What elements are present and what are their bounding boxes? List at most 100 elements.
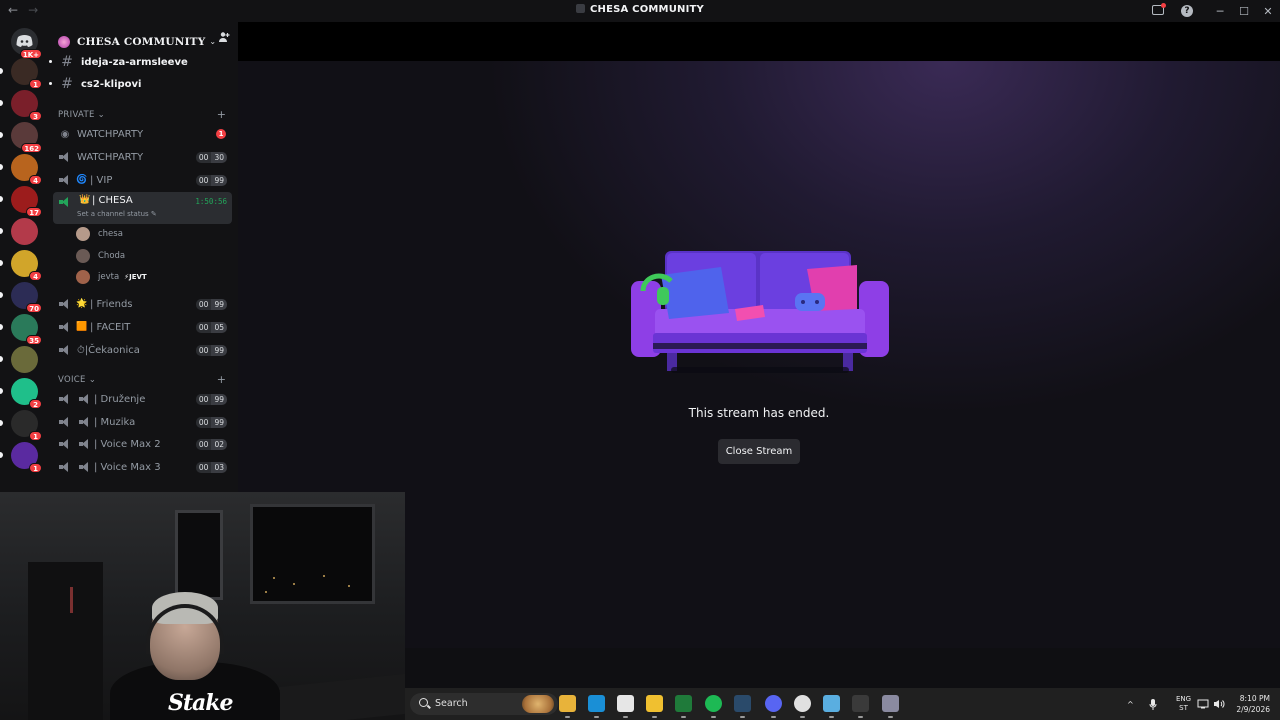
server-badge: 2 <box>29 399 42 409</box>
user-count-pill: 00 99 <box>195 416 227 428</box>
create-channel-plus-icon[interactable]: + <box>217 373 226 386</box>
unread-pill <box>0 356 3 362</box>
maximize-button[interactable]: ☐ <box>1232 5 1256 18</box>
server-header[interactable]: CHESA COMMUNITY ⌄ <box>48 22 238 53</box>
close-stream-button[interactable]: Close Stream <box>718 439 800 464</box>
language-indicator[interactable]: ENG ST <box>1176 695 1191 713</box>
webcam-overlay: Stake <box>0 492 405 720</box>
channel-watchparty-stage[interactable]: ◉ WATCHPARTY 1 <box>53 124 232 144</box>
server-badge: 1 <box>29 463 42 473</box>
winamp-icon[interactable] <box>646 695 663 718</box>
channel-cekaonica[interactable]: ⏱|Čekaonica 00 99 <box>53 340 232 360</box>
server-icon-9[interactable]: 35 <box>0 314 42 345</box>
category-voice[interactable]: VOICE ⌄ <box>58 375 96 385</box>
channel-label: cs2-klipovi <box>81 78 142 90</box>
channel-status[interactable]: Set a channel status ✎ <box>77 210 157 218</box>
member-name: chesa <box>98 229 123 239</box>
inbox-icon[interactable] <box>1152 3 1166 17</box>
store-icon[interactable] <box>617 695 634 718</box>
shelf <box>28 562 103 720</box>
unread-pill <box>0 100 3 106</box>
running-indicator <box>771 716 776 718</box>
unread-indicator <box>49 60 52 63</box>
channel-vip[interactable]: 🌀 | VIP 00 99 <box>53 170 232 190</box>
channel-sidebar: CHESA COMMUNITY ⌄ # ideja-za-armsleeve #… <box>48 22 238 492</box>
category-label: PRIVATE <box>58 110 95 120</box>
channel-label: | Voice Max 3 <box>94 461 161 473</box>
channel-label: ⏱|Čekaonica <box>77 344 140 356</box>
invite-people-icon[interactable] <box>218 31 230 46</box>
channel-cs2-klipovi[interactable]: # cs2-klipovi <box>49 74 232 94</box>
voice-member-choda[interactable]: Choda <box>76 247 125 265</box>
running-indicator <box>681 716 686 718</box>
server-icon-8[interactable]: 70 <box>0 282 42 313</box>
channel-label: | Muzika <box>94 416 136 428</box>
settings-icon[interactable] <box>882 695 899 718</box>
create-channel-plus-icon[interactable]: + <box>217 108 226 121</box>
notepad-icon[interactable] <box>823 695 840 718</box>
channel-friends[interactable]: 🌟 | Friends 00 99 <box>53 294 232 314</box>
search-highlight-image <box>522 695 554 713</box>
server-icon-2[interactable]: 3 <box>0 90 42 121</box>
active-voice-channel-chesa[interactable]: 👑 | CHESA 1:50:56 Set a channel status ✎ <box>53 192 232 224</box>
server-icon-11[interactable]: 2 <box>0 378 42 409</box>
unread-pill <box>0 196 3 202</box>
hash-icon: # <box>61 54 73 70</box>
steam-icon[interactable] <box>734 695 751 718</box>
server-icon-3[interactable]: 162 <box>0 122 42 153</box>
speaker-emoji-icon <box>79 417 91 427</box>
channel-muzika[interactable]: | Muzika 00 99 <box>53 412 232 432</box>
channel-ideja-za-armsleeve[interactable]: # ideja-za-armsleeve <box>49 52 232 72</box>
server-icon-1[interactable]: 1 <box>0 58 42 89</box>
excel-icon[interactable] <box>675 695 692 718</box>
help-icon[interactable]: ? <box>1181 5 1193 17</box>
chrome-icon[interactable] <box>794 695 811 718</box>
category-label: VOICE <box>58 375 86 385</box>
edge-icon[interactable] <box>588 695 605 718</box>
avatar <box>76 227 90 241</box>
server-icon-5[interactable]: 17 <box>0 186 42 217</box>
speaker-icon <box>59 322 71 332</box>
chevron-down-icon: ⌄ <box>88 375 97 385</box>
speaker-icon <box>59 462 71 472</box>
channel-voice-max-3[interactable]: | Voice Max 3 00 03 <box>53 457 232 477</box>
server-icon-13[interactable]: 1 <box>0 442 42 473</box>
member-tag: ⚡JEVT <box>124 273 147 281</box>
server-badge: 1 <box>29 431 42 441</box>
language-code: ENG <box>1176 695 1192 703</box>
discord-icon[interactable] <box>765 695 782 718</box>
category-private[interactable]: PRIVATE ⌄ <box>58 110 105 120</box>
taskbar-search[interactable]: Search <box>410 693 558 715</box>
channel-voice-max-2[interactable]: | Voice Max 2 00 02 <box>53 434 232 454</box>
server-icon-10[interactable] <box>0 346 38 373</box>
server-icon-7[interactable]: 4 <box>0 250 42 281</box>
voice-member-chesa[interactable]: chesa <box>76 225 123 243</box>
server-icon-6[interactable] <box>0 218 38 245</box>
close-window-button[interactable]: ✕ <box>1256 5 1280 18</box>
show-hidden-icons[interactable]: ^ <box>1127 688 1134 720</box>
volume-icon[interactable] <box>1213 688 1225 720</box>
minimize-button[interactable]: ─ <box>1208 5 1232 18</box>
crown-emoji-icon: 👑 <box>79 195 91 205</box>
pencil-icon: ✎ <box>150 210 157 218</box>
server-mini-icon <box>576 4 585 13</box>
server-badge: 70 <box>26 303 42 313</box>
app-icon[interactable] <box>852 695 869 718</box>
spotify-icon[interactable] <box>705 695 722 718</box>
microphone-icon[interactable] <box>1149 688 1157 720</box>
file-explorer-icon[interactable] <box>559 695 576 718</box>
home-button[interactable]: 1K+ <box>11 28 42 59</box>
server-icon-12[interactable]: 1 <box>0 410 42 441</box>
channel-druzenje[interactable]: | Druženje 00 99 <box>53 389 232 409</box>
system-clock[interactable]: 8:10 PM 2/9/2026 <box>1234 693 1270 715</box>
channel-watchparty-voice[interactable]: WATCHPARTY 00 30 <box>53 147 232 167</box>
discord-window: ← → CHESA COMMUNITY ? ─ ☐ ✕ 1K+ 1 3 162 4 17… <box>0 0 1280 720</box>
voice-member-jevta[interactable]: jevta ⚡JEVT <box>76 268 147 286</box>
keyboard-layout: ST <box>1179 704 1188 712</box>
server-badge: 35 <box>26 335 42 345</box>
channel-faceit[interactable]: 🟧 | FACEIT 00 05 <box>53 317 232 337</box>
network-icon[interactable] <box>1197 688 1209 720</box>
server-icon-4[interactable]: 4 <box>0 154 42 185</box>
running-indicator <box>711 716 716 718</box>
star-emoji-icon: 🌟 <box>76 299 88 309</box>
